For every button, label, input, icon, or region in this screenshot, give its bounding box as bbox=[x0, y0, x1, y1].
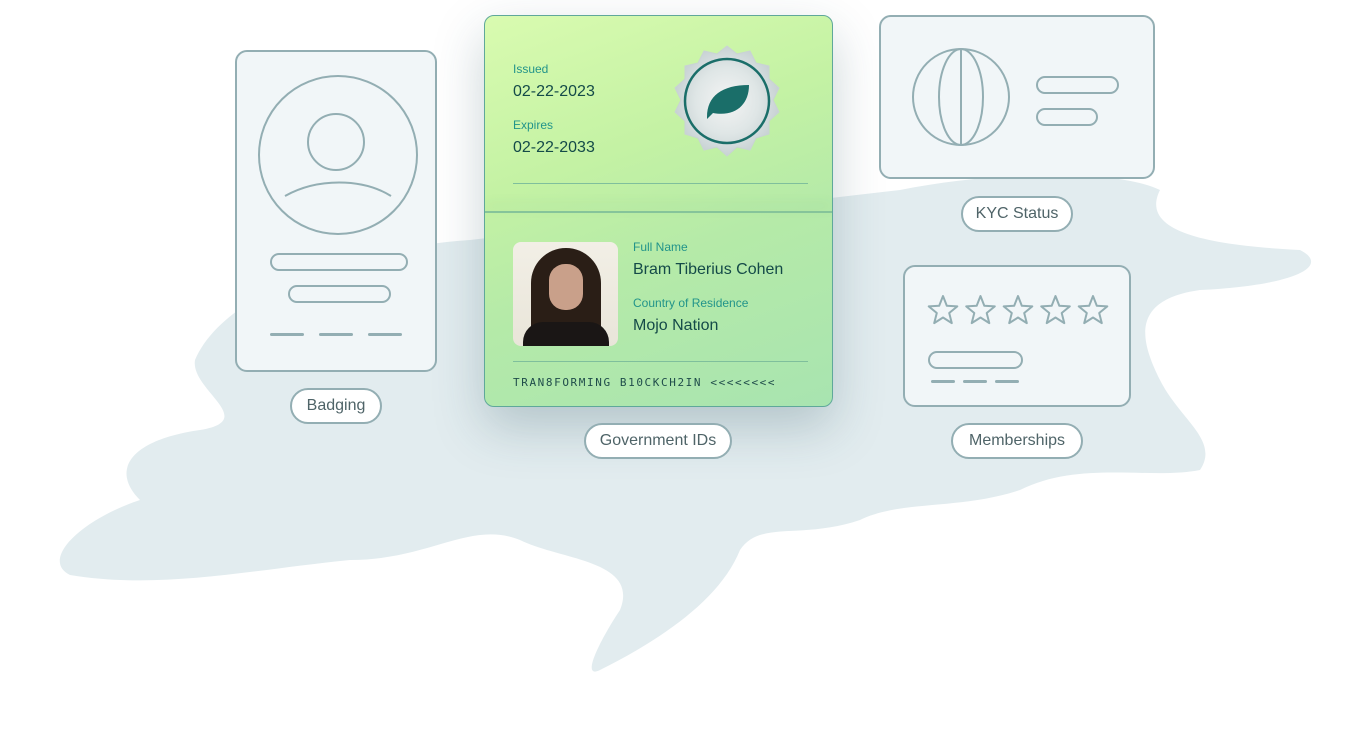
full-name-label: Full Name bbox=[633, 240, 688, 254]
expires-date: 02-22-2033 bbox=[513, 139, 595, 156]
badging-label: Badging bbox=[290, 388, 382, 424]
star-icon bbox=[1077, 295, 1109, 325]
kyc-status-label: KYC Status bbox=[961, 196, 1073, 232]
country: Mojo Nation bbox=[633, 317, 719, 334]
badging-card bbox=[235, 50, 437, 372]
memberships-card bbox=[903, 265, 1131, 407]
leaf-seal-icon bbox=[674, 45, 780, 157]
star-icon bbox=[965, 295, 996, 325]
issued-label: Issued bbox=[513, 62, 549, 76]
star-icon bbox=[1002, 295, 1034, 325]
government-id-card: Issued 02-22-2023 Expires 02-22-2033 Ful… bbox=[484, 15, 833, 407]
full-name: Bram Tiberius Cohen bbox=[633, 261, 784, 278]
id-photo bbox=[513, 242, 618, 346]
globe-icon bbox=[912, 48, 1010, 146]
kyc-card bbox=[879, 15, 1155, 179]
mrz-line: TRAN8FORMING B10CKCH2IN <<<<<<<< bbox=[513, 376, 777, 389]
expires-label: Expires bbox=[513, 118, 554, 132]
government-ids-label: Government IDs bbox=[584, 423, 732, 459]
avatar-icon bbox=[258, 75, 418, 235]
memberships-label: Memberships bbox=[951, 423, 1083, 459]
star-icon bbox=[1040, 295, 1071, 325]
star-icon bbox=[927, 295, 959, 325]
issued-date: 02-22-2023 bbox=[513, 83, 595, 100]
star-rating-icons bbox=[927, 295, 1109, 325]
country-label: Country of Residence bbox=[633, 296, 749, 310]
